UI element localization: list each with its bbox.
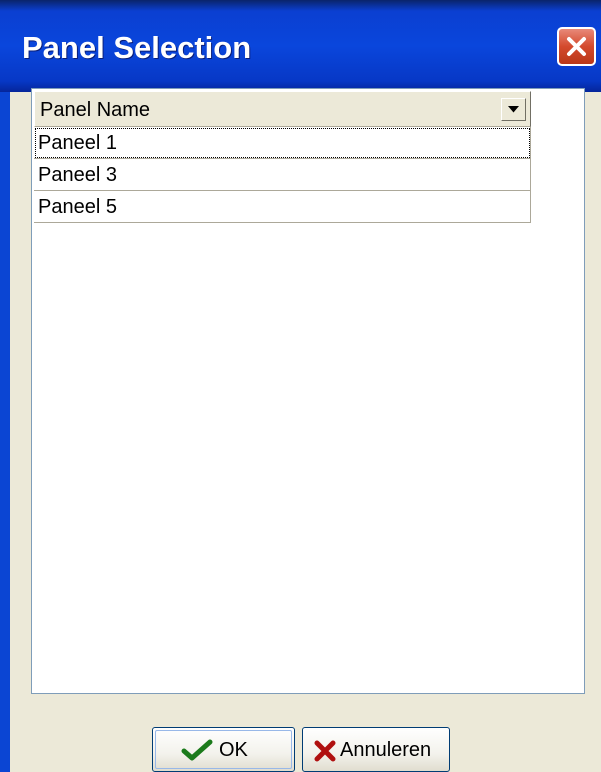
ok-label: OK (219, 739, 248, 761)
dropdown-arrow-icon (508, 106, 519, 113)
cancel-label: Annuleren (340, 739, 432, 761)
column-header-panel-name[interactable]: Panel Name (34, 91, 531, 127)
close-button[interactable] (557, 27, 596, 66)
window-frame-left (0, 92, 10, 772)
checkmark-icon (181, 739, 213, 761)
panel-selection-dialog: Panel Selection Panel Name Paneel 1 Pane… (0, 0, 601, 772)
cancel-button[interactable]: Annuleren (302, 727, 450, 772)
ok-button[interactable]: OK (152, 727, 295, 772)
table-row[interactable]: Paneel 5 (34, 191, 531, 223)
close-icon (567, 37, 586, 56)
window-title: Panel Selection (22, 30, 252, 65)
row-cell: Paneel 5 (38, 196, 117, 218)
panel-list[interactable]: Panel Name Paneel 1 Paneel 3 Paneel 5 (31, 88, 585, 694)
row-cell: Paneel 3 (38, 164, 117, 186)
table-row[interactable]: Paneel 1 (34, 127, 531, 159)
column-filter-dropdown[interactable] (501, 98, 526, 121)
title-bar[interactable]: Panel Selection (0, 0, 601, 92)
column-header-label: Panel Name (40, 99, 151, 121)
table-row[interactable]: Paneel 3 (34, 159, 531, 191)
cross-icon (314, 740, 336, 762)
row-cell: Paneel 1 (38, 132, 117, 154)
